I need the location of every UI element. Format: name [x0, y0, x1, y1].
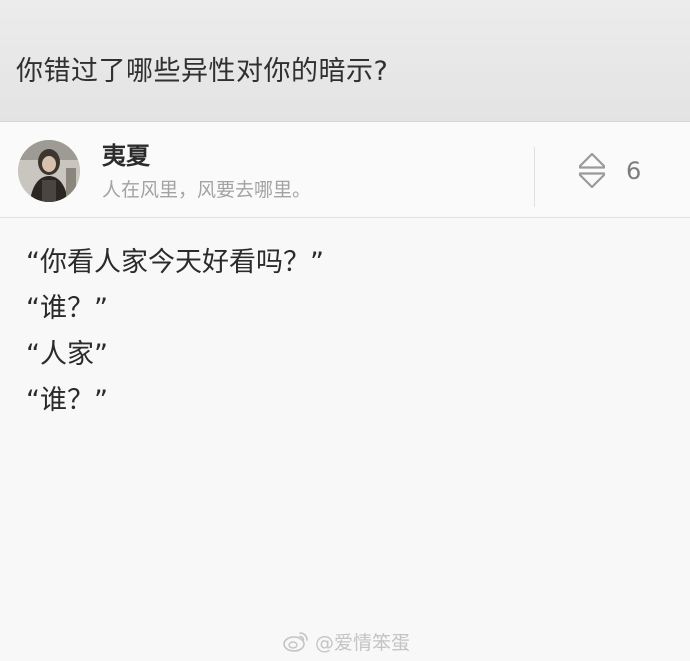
answer-page: 你错过了哪些异性对你的暗示? 夷夏 人在风里，风要去哪里。 6 “你看人家今天好… [0, 0, 690, 661]
answer-line: “谁？” [26, 293, 108, 324]
avatar-photo [18, 140, 80, 202]
author-bio: 人在风里，风要去哪里。 [102, 179, 312, 201]
answer-line: “谁？” [26, 385, 108, 416]
watermark: @爱情笨蛋 [283, 626, 410, 656]
weibo-icon [283, 632, 308, 652]
vote-button[interactable]: 6 [574, 150, 674, 192]
answer-line: “人家” [26, 339, 108, 370]
author-bar: 夷夏 人在风里，风要去哪里。 6 [0, 122, 690, 218]
vertical-divider [534, 147, 535, 207]
watermark-text: @爱情笨蛋 [315, 631, 411, 654]
vote-up-down-icon [578, 152, 606, 189]
vote-count: 6 [626, 157, 642, 185]
question-title[interactable]: 你错过了哪些异性对你的暗示? [16, 52, 388, 92]
answer-body: “你看人家今天好看吗？” “谁？” “人家” “谁？” [26, 240, 666, 424]
answer-line: “你看人家今天好看吗？” [26, 247, 324, 278]
author-name[interactable]: 夷夏 [102, 140, 150, 172]
avatar[interactable] [18, 140, 80, 202]
question-header[interactable]: 你错过了哪些异性对你的暗示? [0, 0, 690, 122]
